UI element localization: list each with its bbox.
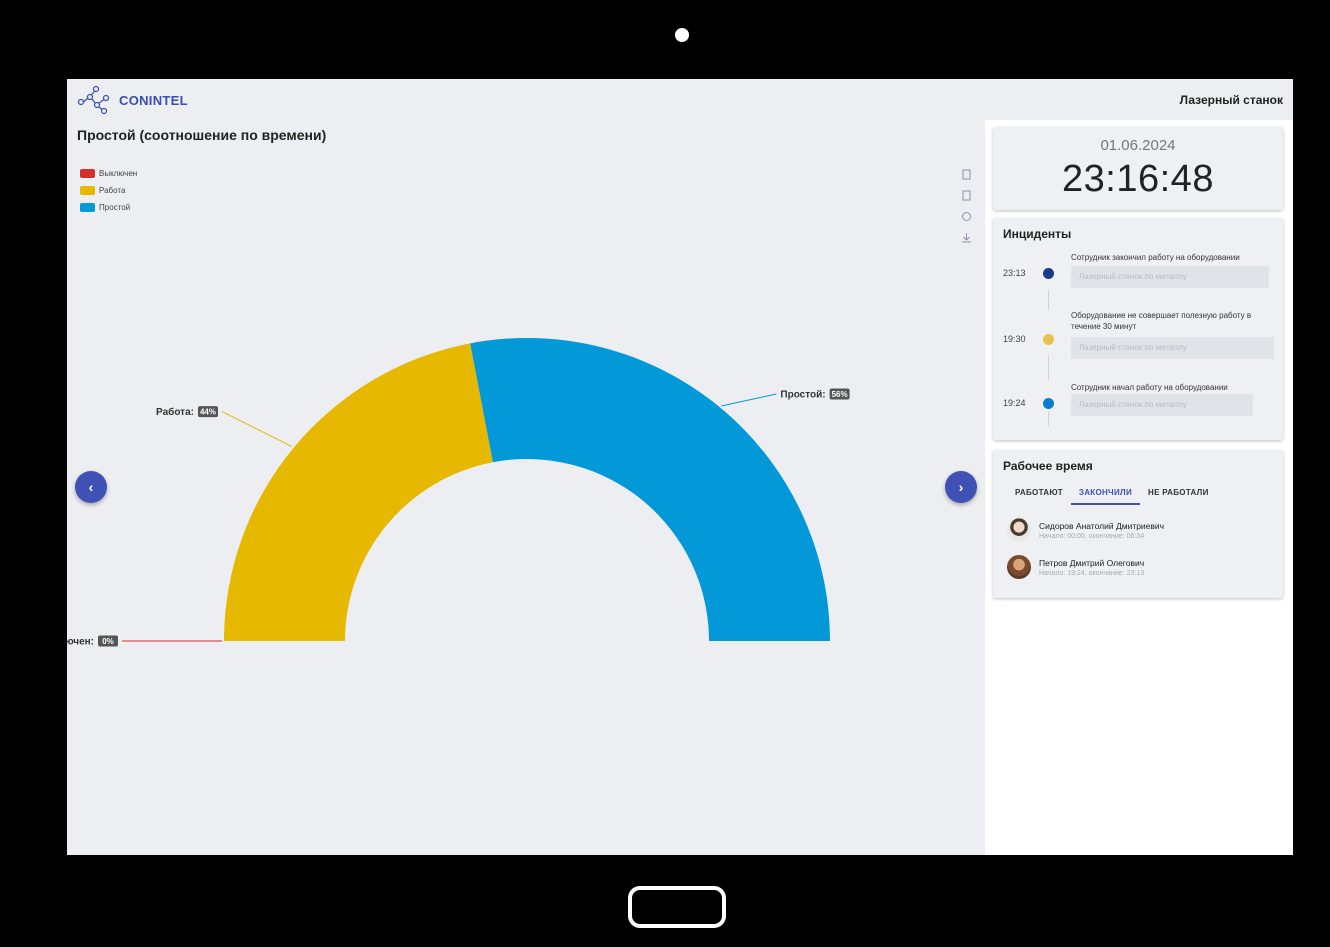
work-time-title: Рабочее время xyxy=(1003,459,1093,473)
home-button[interactable] xyxy=(628,886,726,928)
incidents-card: Инциденты 23:13 Сотрудник закончил работ… xyxy=(993,218,1283,440)
avatar xyxy=(1007,518,1031,542)
tab-finished[interactable]: ЗАКОНЧИЛИ xyxy=(1070,482,1140,505)
slice-label-name: Работа: xyxy=(156,406,194,418)
reset-icon[interactable] xyxy=(959,209,973,223)
slice-work[interactable] xyxy=(224,343,493,641)
label-leader-line xyxy=(721,393,777,407)
incident-device-chip[interactable]: Лазерный станок по металлу xyxy=(1071,394,1253,416)
work-tabs: РАБОТАЮТ ЗАКОНЧИЛИ НЕ РАБОТАЛИ xyxy=(1007,482,1217,505)
prev-chart-button[interactable]: ‹ xyxy=(75,471,107,503)
slice-label-name: Простой: xyxy=(780,389,825,400)
incident-item[interactable]: 23:13 Сотрудник закончил работу на обору… xyxy=(1003,252,1278,292)
slice-label-work: Работа: 44% xyxy=(156,406,218,418)
zoom-out-icon[interactable] xyxy=(959,188,973,202)
semi-donut-chart: Выключен: 0% Работа: 44% Простой: 56% xyxy=(67,338,850,648)
sidebar: 01.06.2024 23:16:48 Инциденты 23:13 Сотр… xyxy=(985,120,1293,855)
incident-status-dot xyxy=(1043,268,1054,279)
slice-label-off: Выключен: 0% xyxy=(67,635,118,648)
incidents-title: Инциденты xyxy=(1003,227,1072,241)
incident-text: Оборудование не совершает полезную работ… xyxy=(1071,311,1252,331)
person-shift: Начало: 00:00, окончание: 06:34 xyxy=(1039,532,1145,540)
zoom-in-icon[interactable] xyxy=(959,167,973,181)
next-chart-button[interactable]: › xyxy=(945,471,977,503)
clock-time: 23:16:48 xyxy=(1062,158,1214,200)
incident-item[interactable]: 19:24 Сотрудник начал работу на оборудов… xyxy=(1003,382,1278,422)
person-shift: Начало: 19:24, окончание: 23:13 xyxy=(1039,569,1145,577)
work-time-card: Рабочее время РАБОТАЮТ ЗАКОНЧИЛИ НЕ РАБО… xyxy=(993,450,1283,598)
incident-status-dot xyxy=(1043,398,1054,409)
device-title: Лазерный станок xyxy=(1179,93,1283,107)
person-item[interactable]: Петров Дмитрий Олегович Начало: 19:24, о… xyxy=(1007,555,1144,579)
slice-label-idle: Простой: 56% xyxy=(780,388,850,400)
incident-text: Сотрудник начал работу на оборудовании xyxy=(1071,383,1228,392)
slice-value-text: 0% xyxy=(102,637,114,646)
app-screen: CONINTEL Лазерный станок Простой (соотно… xyxy=(67,79,1293,855)
timeline-line xyxy=(1048,290,1049,310)
tab-working[interactable]: РАБОТАЮТ xyxy=(1007,482,1071,505)
incident-time: 19:24 xyxy=(1003,398,1026,408)
slice-label-name: Выключен: xyxy=(67,637,94,648)
slice-value-text: 56% xyxy=(832,390,848,399)
incident-item[interactable]: 19:30 Оборудование не совершает полезную… xyxy=(1003,310,1278,362)
incident-status-dot xyxy=(1043,334,1054,345)
clock-date: 01.06.2024 xyxy=(1100,137,1176,154)
clock-card: 01.06.2024 23:16:48 xyxy=(993,127,1283,210)
slice-value-text: 44% xyxy=(200,408,216,417)
person-item[interactable]: Сидоров Анатолий Дмитриевич Начало: 00:0… xyxy=(1007,518,1164,542)
incident-time: 19:30 xyxy=(1003,334,1026,344)
incident-text: Сотрудник закончил работу на оборудовани… xyxy=(1071,253,1240,262)
tab-not-worked[interactable]: НЕ РАБОТАЛИ xyxy=(1140,482,1217,505)
person-name: Сидоров Анатолий Дмитриевич xyxy=(1039,520,1165,531)
slice-idle[interactable] xyxy=(470,338,830,641)
incident-time: 23:13 xyxy=(1003,268,1026,278)
incident-device-chip[interactable]: Лазерный станок по металлу xyxy=(1071,266,1269,288)
camera xyxy=(675,28,689,42)
download-icon[interactable] xyxy=(959,230,973,244)
label-leader-line xyxy=(221,411,293,448)
incident-device-chip[interactable]: Лазерный станок по металлу xyxy=(1071,337,1274,359)
avatar xyxy=(1007,555,1031,579)
tablet-frame: CONINTEL Лазерный станок Простой (соотно… xyxy=(0,0,1330,947)
person-name: Петров Дмитрий Олегович xyxy=(1039,557,1145,568)
chart-toolbar xyxy=(959,167,973,244)
